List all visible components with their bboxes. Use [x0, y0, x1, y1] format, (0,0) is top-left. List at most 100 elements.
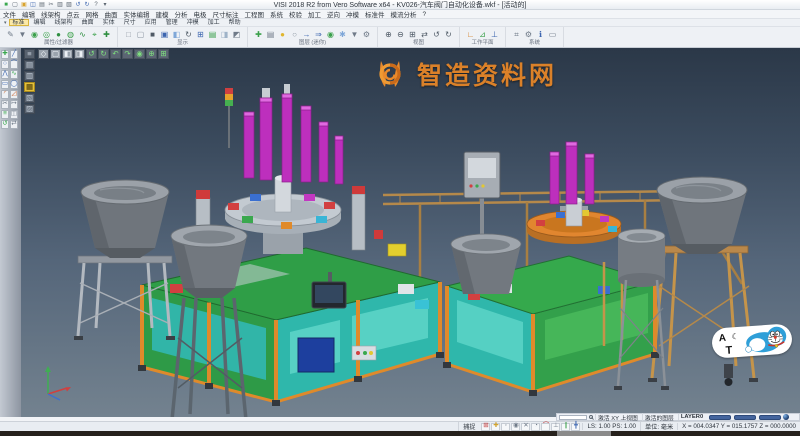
move-to-layer-icon[interactable]: →	[301, 29, 312, 40]
cut-icon[interactable]: ✂	[47, 1, 55, 9]
tab-die[interactable]: 冲模	[183, 19, 203, 26]
layer-visibility-icon[interactable]: ▤	[207, 29, 218, 40]
menu-surface[interactable]: 曲面	[102, 9, 121, 19]
filter-icon[interactable]: ▼	[17, 29, 28, 40]
section-plane-icon[interactable]: ▥	[24, 71, 35, 81]
selection-list-icon[interactable]: ≡	[24, 49, 35, 59]
tab-machining[interactable]: 加工	[204, 19, 224, 26]
zoom-in-icon[interactable]: ⊕	[383, 29, 394, 40]
bowl-feeder-right[interactable]	[657, 177, 747, 254]
refit-view-icon[interactable]: ⊕	[146, 49, 157, 59]
info-icon[interactable]: ℹ	[535, 29, 546, 40]
menu-machining[interactable]: 加工	[305, 9, 324, 19]
ellipse-icon[interactable]: ◯	[10, 80, 18, 89]
offset-icon[interactable]: ≡	[1, 110, 9, 119]
fillet-icon[interactable]: ◜	[1, 90, 9, 99]
menu-mesh[interactable]: 网格	[83, 9, 102, 19]
menu-point-cloud[interactable]: 点云	[64, 9, 83, 19]
help-icon[interactable]: ?	[92, 1, 100, 9]
render-sphere-icon[interactable]	[783, 414, 789, 420]
trim-icon[interactable]: ✂	[1, 100, 9, 109]
layer-off-icon[interactable]: ○	[289, 29, 300, 40]
filter-all-icon[interactable]: ✚	[101, 29, 112, 40]
color-attributes-icon[interactable]: ◉	[29, 29, 40, 40]
shaded-edges-icon[interactable]: ▣	[159, 29, 170, 40]
menu-analysis[interactable]: 分析	[172, 9, 191, 19]
rotate-icon[interactable]: ↺	[1, 120, 9, 129]
menu-wireframe[interactable]: 线架构	[38, 9, 64, 19]
menu-help[interactable]: ?	[420, 11, 430, 18]
copy-to-layer-icon[interactable]: ⇒	[313, 29, 324, 40]
snap-plane-icon[interactable]: ▨	[24, 104, 35, 114]
tab-edit[interactable]: 编辑	[30, 19, 50, 26]
snap-ortho-icon[interactable]: ╋	[571, 423, 580, 431]
paste-icon[interactable]: ▧	[65, 1, 73, 9]
zoom-out-icon[interactable]: ⊖	[395, 29, 406, 40]
arc-icon[interactable]: ⌒	[10, 60, 18, 69]
layer-filter-icon[interactable]: ▼	[349, 29, 360, 40]
orbit-view-icon[interactable]: ◉	[134, 49, 145, 59]
mirror-icon[interactable]: ◫	[10, 110, 18, 119]
layer-list-icon[interactable]: ▤	[265, 29, 276, 40]
workplane-create-icon[interactable]: ∟	[465, 29, 476, 40]
curve-icon[interactable]: ∿	[10, 70, 18, 79]
spin-left-view-icon[interactable]: ↶	[110, 49, 121, 59]
active-layer-value[interactable]: LAYER0	[678, 414, 705, 420]
open-file-icon[interactable]: ▣	[20, 1, 28, 9]
tab-standard[interactable]: 标准	[9, 19, 29, 26]
workplane-reset-icon[interactable]: ⊥	[489, 29, 500, 40]
menu-file[interactable]: 文件	[0, 9, 19, 19]
previous-view-icon[interactable]: ↺	[431, 29, 442, 40]
menu-system[interactable]: 系统	[267, 9, 286, 19]
menu-dimension[interactable]: 尺寸标注	[210, 9, 242, 19]
rectangle-icon[interactable]: ▭	[1, 80, 9, 89]
undo-icon[interactable]: ↺	[74, 1, 82, 9]
snap-parallel-icon[interactable]: ∥	[561, 423, 570, 431]
dynamic-rotate-icon[interactable]: ↻	[183, 29, 194, 40]
3d-viewport[interactable]: ✚╱○⌒⋀∿▭◯◜◿✂↦≡◫↺⇄ ≡▤▥▦▧▨ ◇▢◧◨↺↻↶↷◉⊕⊞ 智造资料…	[0, 48, 800, 417]
freeze-layer-icon[interactable]: ✱	[337, 29, 348, 40]
filter-faces-icon[interactable]: ◎	[41, 29, 52, 40]
rotate-x-view-icon[interactable]: ↺	[86, 49, 97, 59]
grid-plane-icon[interactable]: ▧	[24, 93, 35, 103]
top-view-icon[interactable]: ◧	[62, 49, 73, 59]
viewport-canvas[interactable]	[0, 48, 800, 417]
shaded-display-icon[interactable]: ■	[147, 29, 158, 40]
menu-standard-parts[interactable]: 标准件	[362, 9, 388, 19]
settings-icon[interactable]: ⚙	[523, 29, 534, 40]
quick-settings-button[interactable]	[759, 415, 781, 420]
snap-intersection-icon[interactable]: ✕	[521, 423, 530, 431]
circle-icon[interactable]: ○	[1, 60, 9, 69]
quick-view-button[interactable]	[709, 415, 731, 420]
spin-right-view-icon[interactable]: ↷	[122, 49, 133, 59]
menu-drawing[interactable]: 工程图	[242, 9, 268, 19]
snap-perpendicular-icon[interactable]: ⊥	[551, 423, 560, 431]
tab-solid[interactable]: 实体	[99, 19, 119, 26]
chamfer-icon[interactable]: ◿	[10, 90, 18, 99]
new-layer-icon[interactable]: ✚	[253, 29, 264, 40]
save-icon[interactable]: ◫	[29, 1, 37, 9]
wireframe-display-icon[interactable]: □	[123, 29, 134, 40]
new-file-icon[interactable]: ▢	[11, 1, 19, 9]
quick-layer-button[interactable]	[734, 415, 756, 420]
layer-on-icon[interactable]: ●	[277, 29, 288, 40]
tab-help[interactable]: 帮助	[225, 19, 245, 26]
snap-center-icon[interactable]: ◉	[511, 423, 520, 431]
layer-settings-icon[interactable]: ⚙	[361, 29, 372, 40]
print-icon[interactable]: ▤	[38, 1, 46, 9]
move-icon[interactable]: ⇄	[10, 120, 18, 129]
tab-surface[interactable]: 曲面	[78, 19, 98, 26]
reset-view-icon[interactable]: ⊞	[158, 49, 169, 59]
calculator-icon[interactable]: ⌗	[511, 29, 522, 40]
snap-tangent-icon[interactable]: ⌒	[541, 423, 550, 431]
button-panel[interactable]	[352, 346, 376, 360]
search-input[interactable]	[559, 415, 587, 420]
tab-manage[interactable]: 管理	[162, 19, 182, 26]
filter-solids-icon[interactable]: ◍	[65, 29, 76, 40]
side-view-icon[interactable]: ◨	[74, 49, 85, 59]
filter-edges-icon[interactable]: ●	[53, 29, 64, 40]
tab-application[interactable]: 应用	[141, 19, 161, 26]
pneumatic-cylinders[interactable]	[244, 84, 343, 184]
profile-plane-icon[interactable]: ▤	[24, 60, 35, 70]
zoom-extents-icon[interactable]: ⊞	[195, 29, 206, 40]
